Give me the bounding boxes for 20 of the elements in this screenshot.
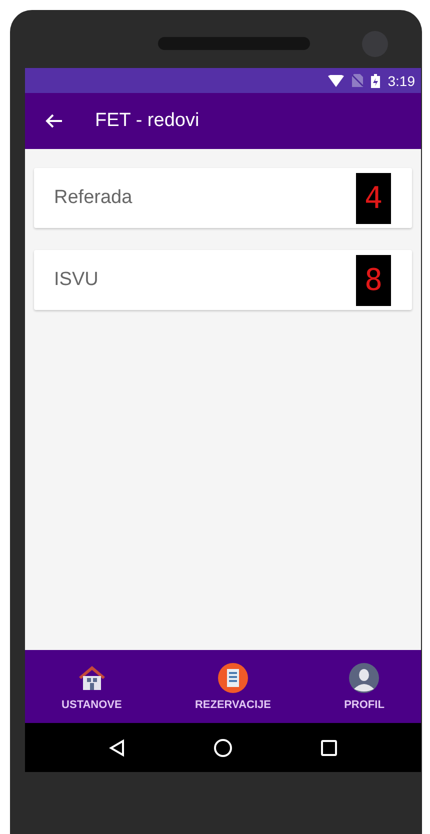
toolbar-title: FET - redovi	[95, 110, 200, 132]
battery-icon	[370, 74, 380, 88]
back-arrow-icon	[45, 113, 63, 129]
card-label: Referada	[54, 187, 132, 209]
no-sim-icon	[352, 74, 363, 87]
list-card[interactable]: ISVU 8	[34, 250, 412, 310]
receipt-icon	[218, 662, 248, 692]
counter-display: 4	[356, 172, 391, 224]
list-card[interactable]: Referada 4	[34, 168, 412, 228]
wifi-icon	[328, 74, 344, 86]
status-time: 3:19	[388, 72, 415, 88]
user-avatar-icon	[349, 662, 380, 692]
nav-tab[interactable]: REZERVACIJE	[188, 660, 277, 712]
card-label: ISVU	[54, 269, 98, 291]
nav-tab[interactable]: USTANOVE	[56, 660, 128, 712]
counter-display: 8	[356, 254, 391, 306]
recent-apps-icon[interactable]	[321, 740, 337, 756]
nav-tab[interactable]: PROFIL	[338, 660, 390, 712]
back-icon[interactable]	[109, 738, 125, 756]
home-icon[interactable]	[213, 738, 233, 758]
